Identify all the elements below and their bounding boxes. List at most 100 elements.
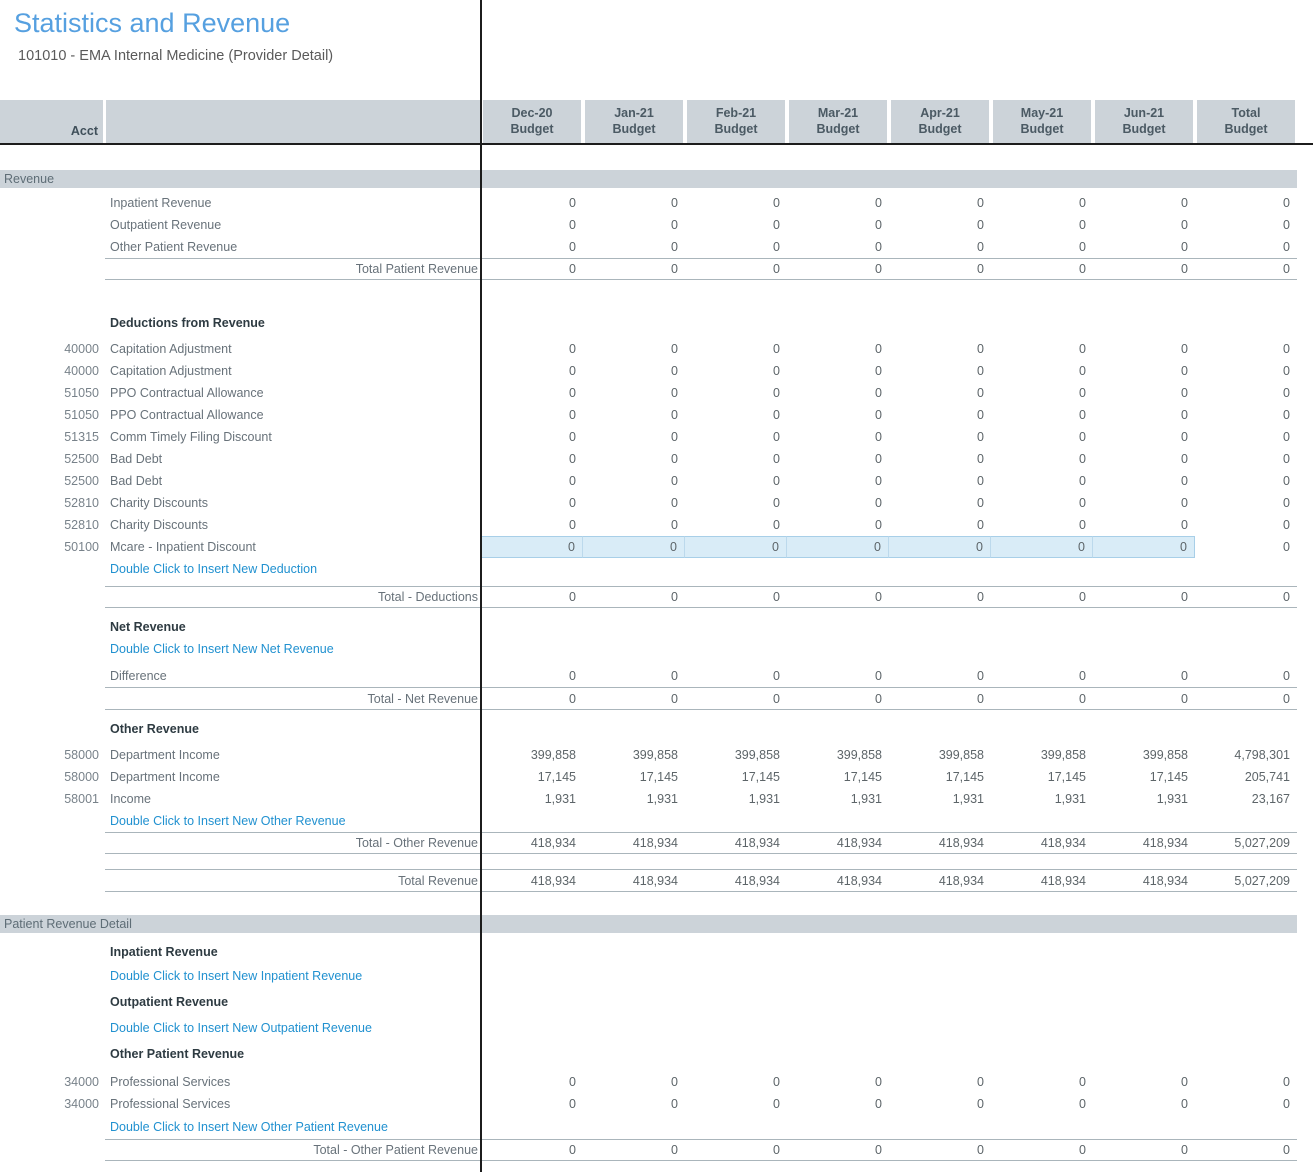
value-cell-col2[interactable]: 0 xyxy=(685,404,787,426)
value-cell-col4[interactable]: 0 xyxy=(889,514,991,536)
value-cell-col4[interactable]: 0 xyxy=(889,1093,991,1115)
value-cell-col4[interactable]: 0 xyxy=(889,338,991,360)
value-cell-col6[interactable]: 0 xyxy=(1093,536,1195,558)
value-cell-col1[interactable]: 0 xyxy=(583,360,685,382)
value-cell-col5[interactable]: 17,145 xyxy=(991,766,1093,788)
value-cell-col7[interactable]: 0 xyxy=(1195,404,1297,426)
value-cell-col6[interactable]: 0 xyxy=(1093,1071,1195,1093)
value-cell-col7[interactable]: 23,167 xyxy=(1195,788,1297,810)
value-cell-col4[interactable]: 1,931 xyxy=(889,788,991,810)
value-cell-col7[interactable]: 0 xyxy=(1195,664,1297,687)
value-cell-col4[interactable]: 0 xyxy=(889,664,991,687)
value-cell-col2[interactable]: 0 xyxy=(685,470,787,492)
value-cell-col6[interactable]: 0 xyxy=(1093,448,1195,470)
value-cell-col4[interactable]: 0 xyxy=(889,492,991,514)
value-cell-col6[interactable]: 0 xyxy=(1093,214,1195,236)
value-cell-col0[interactable]: 17,145 xyxy=(481,766,583,788)
value-cell-col2[interactable]: 0 xyxy=(685,426,787,448)
insert-link[interactable]: Double Click to Insert New Other Patient… xyxy=(105,1120,481,1134)
value-cell-col1[interactable]: 399,858 xyxy=(583,744,685,766)
insert-link[interactable]: Double Click to Insert New Outpatient Re… xyxy=(105,1021,481,1035)
value-cell-col0[interactable]: 399,858 xyxy=(481,744,583,766)
value-cell-col6[interactable]: 0 xyxy=(1093,382,1195,404)
value-cell-col6[interactable]: 0 xyxy=(1093,470,1195,492)
value-cell-col3[interactable]: 0 xyxy=(787,514,889,536)
value-cell-col3[interactable]: 0 xyxy=(787,448,889,470)
value-cell-col3[interactable]: 0 xyxy=(787,1093,889,1115)
value-cell-col4[interactable]: 0 xyxy=(889,214,991,236)
value-cell-col1[interactable]: 0 xyxy=(583,338,685,360)
value-cell-col6[interactable]: 0 xyxy=(1093,360,1195,382)
value-cell-col4[interactable]: 0 xyxy=(889,426,991,448)
value-cell-col5[interactable]: 0 xyxy=(991,470,1093,492)
value-cell-col3[interactable]: 0 xyxy=(787,360,889,382)
value-cell-col5[interactable]: 0 xyxy=(991,192,1093,214)
value-cell-col6[interactable]: 0 xyxy=(1093,338,1195,360)
value-cell-col7[interactable]: 0 xyxy=(1195,214,1297,236)
value-cell-col7[interactable]: 0 xyxy=(1195,470,1297,492)
value-cell-col3[interactable]: 0 xyxy=(787,492,889,514)
value-cell-col2[interactable]: 1,931 xyxy=(685,788,787,810)
value-cell-col4[interactable]: 0 xyxy=(889,382,991,404)
value-cell-col2[interactable]: 17,145 xyxy=(685,766,787,788)
value-cell-col7[interactable]: 0 xyxy=(1195,536,1297,558)
value-cell-col2[interactable]: 0 xyxy=(685,514,787,536)
value-cell-col2[interactable]: 0 xyxy=(685,664,787,687)
value-cell-col3[interactable]: 1,931 xyxy=(787,788,889,810)
value-cell-col0[interactable]: 0 xyxy=(481,536,583,558)
value-cell-col0[interactable]: 0 xyxy=(481,382,583,404)
value-cell-col0[interactable]: 0 xyxy=(481,514,583,536)
value-cell-col2[interactable]: 399,858 xyxy=(685,744,787,766)
value-cell-col7[interactable]: 0 xyxy=(1195,382,1297,404)
value-cell-col3[interactable]: 0 xyxy=(787,382,889,404)
value-cell-col3[interactable]: 0 xyxy=(787,338,889,360)
value-cell-col6[interactable]: 0 xyxy=(1093,1093,1195,1115)
value-cell-col2[interactable]: 0 xyxy=(685,360,787,382)
value-cell-col1[interactable]: 0 xyxy=(583,1093,685,1115)
value-cell-col6[interactable]: 1,931 xyxy=(1093,788,1195,810)
value-cell-col5[interactable]: 0 xyxy=(991,426,1093,448)
value-cell-col4[interactable]: 0 xyxy=(889,192,991,214)
value-cell-col0[interactable]: 1,931 xyxy=(481,788,583,810)
value-cell-col2[interactable]: 0 xyxy=(685,1071,787,1093)
value-cell-col4[interactable]: 0 xyxy=(889,470,991,492)
value-cell-col1[interactable]: 17,145 xyxy=(583,766,685,788)
value-cell-col7[interactable]: 0 xyxy=(1195,514,1297,536)
value-cell-col2[interactable]: 0 xyxy=(685,236,787,258)
value-cell-col2[interactable]: 0 xyxy=(685,448,787,470)
value-cell-col4[interactable]: 0 xyxy=(889,236,991,258)
value-cell-col4[interactable]: 17,145 xyxy=(889,766,991,788)
insert-link[interactable]: Double Click to Insert New Deduction xyxy=(105,562,481,576)
value-cell-col6[interactable]: 0 xyxy=(1093,492,1195,514)
value-cell-col2[interactable]: 0 xyxy=(685,214,787,236)
value-cell-col1[interactable]: 0 xyxy=(583,236,685,258)
value-cell-col5[interactable]: 0 xyxy=(991,536,1093,558)
value-cell-col5[interactable]: 1,931 xyxy=(991,788,1093,810)
value-cell-col1[interactable]: 0 xyxy=(583,426,685,448)
value-cell-col0[interactable]: 0 xyxy=(481,448,583,470)
value-cell-col2[interactable]: 0 xyxy=(685,192,787,214)
value-cell-col1[interactable]: 0 xyxy=(583,664,685,687)
value-cell-col1[interactable]: 0 xyxy=(583,514,685,536)
value-cell-col0[interactable]: 0 xyxy=(481,1071,583,1093)
value-cell-col5[interactable]: 0 xyxy=(991,1071,1093,1093)
value-cell-col3[interactable]: 0 xyxy=(787,470,889,492)
value-cell-col0[interactable]: 0 xyxy=(481,664,583,687)
value-cell-col3[interactable]: 17,145 xyxy=(787,766,889,788)
value-cell-col2[interactable]: 0 xyxy=(685,338,787,360)
value-cell-col6[interactable]: 0 xyxy=(1093,426,1195,448)
value-cell-col1[interactable]: 0 xyxy=(583,448,685,470)
value-cell-col0[interactable]: 0 xyxy=(481,404,583,426)
value-cell-col2[interactable]: 0 xyxy=(685,382,787,404)
value-cell-col5[interactable]: 0 xyxy=(991,448,1093,470)
insert-link[interactable]: Double Click to Insert New Other Revenue xyxy=(105,814,481,828)
value-cell-col3[interactable]: 0 xyxy=(787,664,889,687)
value-cell-col5[interactable]: 0 xyxy=(991,214,1093,236)
value-cell-col7[interactable]: 0 xyxy=(1195,236,1297,258)
value-cell-col0[interactable]: 0 xyxy=(481,426,583,448)
value-cell-col7[interactable]: 0 xyxy=(1195,492,1297,514)
value-cell-col4[interactable]: 399,858 xyxy=(889,744,991,766)
value-cell-col3[interactable]: 0 xyxy=(787,214,889,236)
value-cell-col7[interactable]: 0 xyxy=(1195,338,1297,360)
value-cell-col5[interactable]: 0 xyxy=(991,664,1093,687)
